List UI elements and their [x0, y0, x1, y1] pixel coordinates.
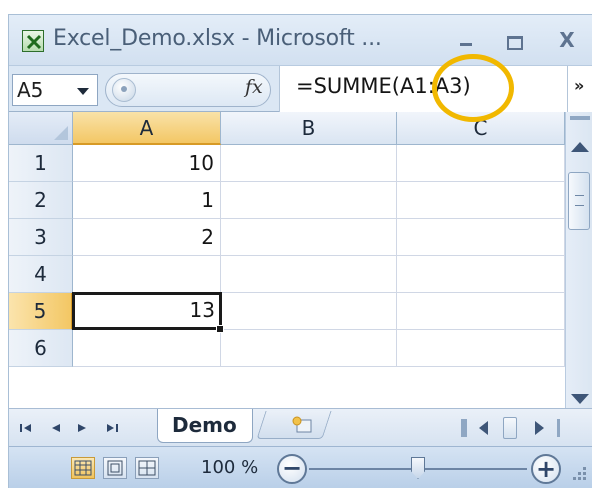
scroll-thumb[interactable] [568, 172, 590, 230]
sheet-tab-demo[interactable]: Demo [157, 409, 253, 443]
select-all-button[interactable] [9, 112, 73, 145]
window-title: Excel_Demo.xlsx - Microsoft ... [53, 26, 382, 51]
page-layout-view-icon[interactable] [103, 457, 127, 479]
cell-c1[interactable] [397, 145, 565, 182]
worksheet-grid: A B C 1 10 2 1 3 2 4 5 13 6 [9, 112, 565, 408]
row-header-3[interactable]: 3 [9, 219, 73, 256]
sheet-tab-label: Demo [172, 413, 237, 437]
tab-split-handle[interactable] [461, 419, 467, 437]
first-sheet-icon[interactable] [19, 421, 33, 435]
cell-c6[interactable] [397, 330, 565, 367]
cell-b6[interactable] [221, 330, 397, 367]
cell-b1[interactable] [221, 145, 397, 182]
cell-b2[interactable] [221, 182, 397, 219]
expand-formula-bar-button[interactable]: » [567, 66, 592, 112]
row-header-4[interactable]: 4 [9, 256, 73, 293]
close-icon[interactable]: X [554, 28, 580, 52]
scroll-right-icon[interactable] [535, 421, 544, 435]
double-chevron-down-icon: » [574, 76, 585, 95]
insert-function-button[interactable]: fx [245, 76, 263, 98]
name-box[interactable]: A5 [12, 74, 98, 106]
scroll-down-icon[interactable] [571, 394, 589, 404]
title-bar: Excel_Demo.xlsx - Microsoft ... X [9, 15, 592, 65]
zoom-out-button[interactable]: − [277, 454, 307, 484]
sheet-tabs-bar: Demo [9, 408, 592, 446]
cell-a1[interactable]: 10 [73, 145, 221, 182]
row-header-6[interactable]: 6 [9, 330, 73, 367]
chevron-down-icon[interactable] [77, 88, 89, 95]
cell-a4[interactable] [73, 256, 221, 293]
column-header-c[interactable]: C [397, 112, 565, 145]
insert-worksheet-icon[interactable] [291, 416, 317, 434]
resize-grip-icon[interactable] [573, 467, 587, 481]
column-header-b[interactable]: B [221, 112, 397, 145]
excel-app-icon[interactable] [22, 30, 44, 52]
cell-c5[interactable] [397, 293, 565, 330]
last-sheet-icon[interactable] [105, 421, 119, 435]
vertical-scrollbar[interactable] [565, 112, 592, 408]
cell-a6[interactable] [73, 330, 221, 367]
excel-window: Excel_Demo.xlsx - Microsoft ... X A5 fx … [8, 14, 592, 488]
cell-a5[interactable]: 13 [72, 292, 222, 330]
column-header-a[interactable]: A [73, 112, 221, 145]
row-header-5[interactable]: 5 [9, 293, 73, 330]
cell-c3[interactable] [397, 219, 565, 256]
cell-a3[interactable]: 2 [73, 219, 221, 256]
cell-b4[interactable] [221, 256, 397, 293]
formula-bar-toggle-icon[interactable] [112, 78, 136, 102]
cell-a2[interactable]: 1 [73, 182, 221, 219]
next-sheet-icon[interactable] [75, 421, 89, 435]
row-header-2[interactable]: 2 [9, 182, 73, 219]
formula-text: =SUMME(A1:A3) [296, 74, 471, 98]
status-bar: 100 % − + [9, 446, 592, 488]
fill-handle[interactable] [216, 325, 224, 333]
page-break-preview-icon[interactable] [135, 457, 159, 479]
horizontal-scrollbar[interactable] [461, 415, 571, 441]
maximize-icon[interactable] [501, 28, 527, 52]
horizontal-scroll-thumb[interactable] [503, 417, 517, 439]
cell-c2[interactable] [397, 182, 565, 219]
previous-sheet-icon[interactable] [49, 421, 63, 435]
split-handle-icon[interactable] [570, 116, 590, 120]
scroll-up-icon[interactable] [571, 142, 589, 152]
scroll-left-icon[interactable] [479, 421, 488, 435]
cell-c4[interactable] [397, 256, 565, 293]
row-header-1[interactable]: 1 [9, 145, 73, 182]
zoom-in-button[interactable]: + [531, 454, 561, 484]
cell-b3[interactable] [221, 219, 397, 256]
normal-view-icon[interactable] [71, 457, 95, 479]
formula-bar: A5 fx =SUMME(A1:A3) » [9, 65, 592, 112]
scroll-end-marker [557, 419, 560, 437]
minimize-icon[interactable] [453, 28, 479, 52]
name-box-value: A5 [17, 78, 44, 102]
formula-input[interactable]: =SUMME(A1:A3) [279, 66, 567, 112]
zoom-level[interactable]: 100 % [201, 457, 258, 478]
zoom-slider-thumb[interactable] [411, 457, 425, 479]
cell-b5[interactable] [221, 293, 397, 330]
